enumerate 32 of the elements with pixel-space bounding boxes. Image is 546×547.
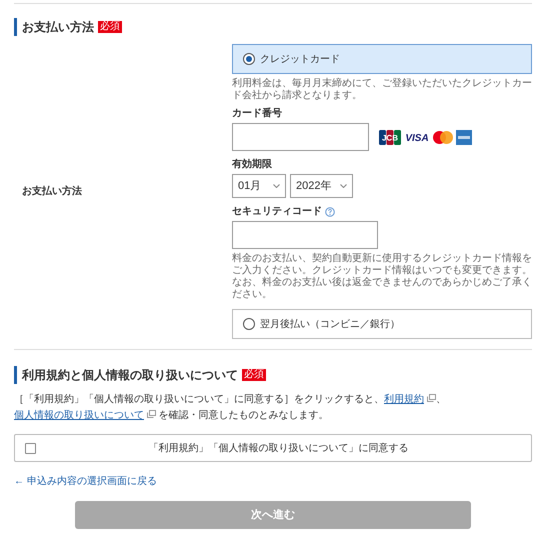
card-brand-logo (433, 130, 453, 144)
field-label: 有効期限 (232, 158, 273, 172)
external-window-icon (426, 394, 436, 402)
back-link[interactable]: ← 申込み内容の選択画面に戻る (14, 474, 157, 489)
required-badge: 必須 (242, 369, 266, 381)
card-brand-logo (456, 130, 472, 144)
payment-option[interactable]: 翌月後払い（コンビニ／銀行） (232, 309, 532, 339)
security-code-field[interactable] (232, 221, 378, 249)
payment-option[interactable]: クレジットカード (232, 44, 532, 74)
section-heading: お支払い方法 (22, 19, 94, 36)
checkbox[interactable] (25, 442, 36, 454)
dropdown[interactable]: 2022年 (290, 174, 353, 198)
radio-button[interactable] (243, 318, 255, 330)
row-label: お支払い方法 (21, 184, 82, 199)
caret-icon (340, 184, 347, 188)
card-brand-logo: VISA (404, 131, 430, 143)
card-number-field[interactable] (232, 123, 369, 151)
field-label: カード番号 (232, 106, 283, 121)
field-label: セキュリティコード (232, 205, 322, 219)
agree-checkbox-row[interactable]: 「利用規約」「個人情報の取り扱いについて」に同意する (14, 434, 532, 462)
payment-note: 料金のお支払い、契約自動更新に使用するクレジットカード情報をご入力ください。クレジットカード情報はいつでも変更できます。なお、料金のお支払い後は返金できませんのであらかじめご了承ください。 (232, 253, 532, 301)
external-window-icon (146, 410, 156, 418)
radio-button[interactable] (243, 53, 255, 65)
terms-paragraph: ［「利用規約」「個人情報の取り扱いについて」に同意する］をクリックすると、利用規約 、 個人情報の取り扱いについて を確認・同意したものとみなします。 (14, 392, 447, 423)
text-link[interactable]: 利用規約 (384, 394, 436, 405)
payment-note: 利用料金は、毎月月末締めにて、ご登録いただいたクレジットカード会社から請求となります。 (232, 78, 532, 102)
caret-icon (273, 184, 280, 188)
required-badge: 必須 (98, 21, 122, 33)
section-heading: 利用規約と個人情報の取り扱いについて (22, 367, 238, 384)
dropdown[interactable]: 01月 (232, 174, 286, 198)
text-link[interactable]: 個人情報の取り扱いについて (14, 410, 156, 421)
help-icon[interactable] (325, 206, 335, 216)
